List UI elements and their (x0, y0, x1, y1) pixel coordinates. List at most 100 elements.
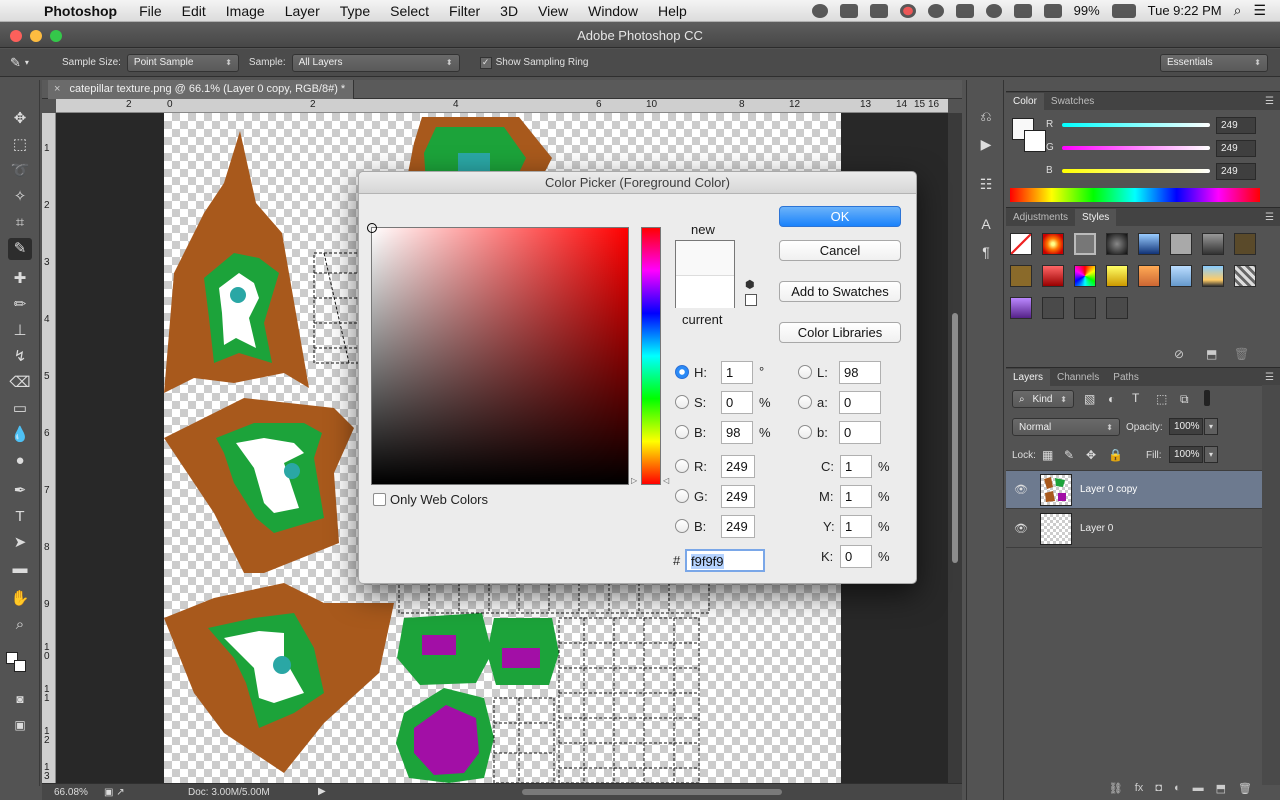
sample-select[interactable]: All Layers ⬍ (291, 53, 460, 72)
g-radio[interactable] (675, 489, 689, 503)
tab-layers[interactable]: Layers (1006, 369, 1051, 386)
battery-icon[interactable] (1111, 3, 1136, 18)
filter-type-icon[interactable]: T (1132, 391, 1139, 405)
keyboard-icon[interactable] (1043, 3, 1062, 18)
lock-position-icon[interactable]: ✥ (1086, 448, 1096, 462)
quick-mask-icon[interactable]: ◙ (8, 688, 32, 710)
style-swatch[interactable] (1074, 233, 1096, 255)
workspace-select[interactable]: Essentials ⬍ (1160, 53, 1268, 72)
status-icons[interactable]: ▣ ↗ (104, 787, 125, 798)
l-radio[interactable] (798, 365, 812, 379)
add-to-swatches-button[interactable]: Add to Swatches (779, 281, 901, 302)
creative-cloud-icon[interactable] (811, 3, 828, 18)
menu-select[interactable]: Select (380, 3, 439, 19)
type-tool-icon[interactable]: T (8, 506, 32, 528)
style-swatch[interactable] (1042, 265, 1064, 287)
rectangle-tool-icon[interactable]: ▬ (8, 558, 32, 580)
hue-slider-left-arrow-icon[interactable]: ▷ (631, 476, 637, 485)
menu-edit[interactable]: Edit (172, 3, 216, 19)
menu-help[interactable]: Help (648, 3, 697, 19)
tab-color[interactable]: Color (1006, 93, 1044, 110)
lab-b-radio[interactable] (798, 425, 812, 439)
clear-style-icon[interactable]: ⊘ (1174, 347, 1184, 361)
h-radio[interactable] (675, 365, 689, 379)
background-color-chip[interactable] (1024, 130, 1046, 152)
menu-3d[interactable]: 3D (490, 3, 528, 19)
layer-row[interactable]: 👁 Layer 0 copy (1006, 471, 1262, 509)
g-input[interactable]: 249 (721, 485, 755, 508)
record-icon[interactable] (899, 3, 916, 18)
new-group-icon[interactable]: ▬ (1193, 782, 1204, 800)
style-swatch[interactable] (1042, 233, 1064, 255)
tab-styles[interactable]: Styles (1075, 209, 1117, 226)
eyedropper-tool-icon[interactable]: ✎ (8, 238, 32, 260)
a-input[interactable]: 0 (839, 391, 881, 414)
r-value[interactable]: 249 (1216, 117, 1256, 134)
time-machine-icon[interactable] (985, 3, 1002, 18)
filter-shape-icon[interactable]: ⬚ (1156, 392, 1167, 406)
dodge-tool-icon[interactable]: ● (8, 450, 32, 472)
hex-input[interactable]: f9f9f9 (685, 549, 765, 572)
link-layers-icon[interactable]: ⛓ (1109, 782, 1123, 800)
fill-dropdown-icon[interactable]: ▾ (1204, 446, 1218, 463)
brush-tool-icon[interactable]: ✏ (8, 294, 32, 316)
sync-icon[interactable] (839, 3, 858, 18)
g-slider[interactable] (1062, 146, 1210, 150)
actions-panel-icon[interactable]: ▶ (976, 134, 996, 154)
filter-adjustment-icon[interactable]: ◐ (1108, 392, 1115, 406)
y-input[interactable]: 1 (840, 515, 872, 538)
volume-icon[interactable] (1013, 3, 1032, 18)
move-tool-icon[interactable]: ✥ (8, 108, 32, 130)
screen-mode-icon[interactable]: ▣ (8, 714, 32, 736)
out-of-gamut-cube-icon[interactable]: ⬢ (745, 278, 755, 291)
filter-pixel-icon[interactable]: ▧ (1084, 392, 1095, 406)
fill-value[interactable]: 100% (1169, 446, 1203, 463)
style-swatch[interactable] (1138, 265, 1160, 287)
c-input[interactable]: 1 (840, 455, 872, 478)
wifi-icon[interactable] (927, 3, 944, 18)
r-input[interactable]: 249 (721, 455, 755, 478)
canvas-horizontal-scrollbar[interactable] (522, 789, 782, 795)
cancel-button[interactable]: Cancel (779, 240, 901, 261)
color-libraries-button[interactable]: Color Libraries (779, 322, 901, 343)
marquee-tool-icon[interactable]: ⬚ (8, 134, 32, 156)
clock[interactable]: Tue 9:22 PM (1148, 3, 1222, 18)
only-web-colors-checkbox[interactable] (373, 493, 386, 506)
canvas-vertical-scrollbar[interactable] (948, 113, 962, 783)
menu-filter[interactable]: Filter (439, 3, 490, 19)
saturation-brightness-field[interactable] (367, 223, 629, 485)
layer-style-fx-icon[interactable]: fx (1135, 782, 1144, 800)
h-input[interactable]: 1 (721, 361, 753, 384)
s-input[interactable]: 0 (721, 391, 753, 414)
a-radio[interactable] (798, 395, 812, 409)
style-swatch[interactable] (1074, 297, 1096, 319)
style-swatch[interactable] (1010, 297, 1032, 319)
style-swatch[interactable] (1042, 297, 1064, 319)
healing-brush-tool-icon[interactable]: ✚ (8, 268, 32, 290)
new-adjustment-icon[interactable]: ◐ (1174, 782, 1181, 800)
close-tab-icon[interactable]: × (54, 83, 60, 95)
style-swatch[interactable] (1202, 233, 1224, 255)
filter-kind-select[interactable]: ⌕ Kind ⬍ (1012, 390, 1074, 408)
hue-slider[interactable] (641, 227, 661, 485)
crop-tool-icon[interactable]: ⌗ (8, 212, 32, 234)
battery-widget-icon[interactable] (955, 3, 974, 18)
menu-file[interactable]: File (129, 3, 172, 19)
history-brush-tool-icon[interactable]: ↯ (8, 346, 32, 368)
warning-icon[interactable] (869, 3, 888, 18)
quick-selection-tool-icon[interactable]: ✧ (8, 186, 32, 208)
history-panel-icon[interactable]: ⎌ (976, 106, 996, 126)
menu-type[interactable]: Type (330, 3, 380, 19)
l-input[interactable]: 98 (839, 361, 881, 384)
new-style-icon[interactable]: ⬒ (1206, 347, 1217, 361)
layer-name[interactable]: Layer 0 copy (1080, 484, 1137, 495)
tab-paths[interactable]: Paths (1106, 369, 1146, 386)
vertical-ruler[interactable]: 1 2 3 4 5 6 7 8 9 1 0 1 1 1 2 1 3 (42, 113, 56, 783)
menu-view[interactable]: View (528, 3, 578, 19)
blend-mode-select[interactable]: Normal ⬍ (1012, 418, 1120, 436)
web-safe-swatch-icon[interactable] (745, 294, 757, 306)
properties-panel-icon[interactable]: ☷ (976, 174, 996, 194)
hue-slider-right-arrow-icon[interactable]: ◁ (663, 476, 669, 485)
path-selection-tool-icon[interactable]: ➤ (8, 532, 32, 554)
tab-swatches[interactable]: Swatches (1044, 93, 1101, 110)
